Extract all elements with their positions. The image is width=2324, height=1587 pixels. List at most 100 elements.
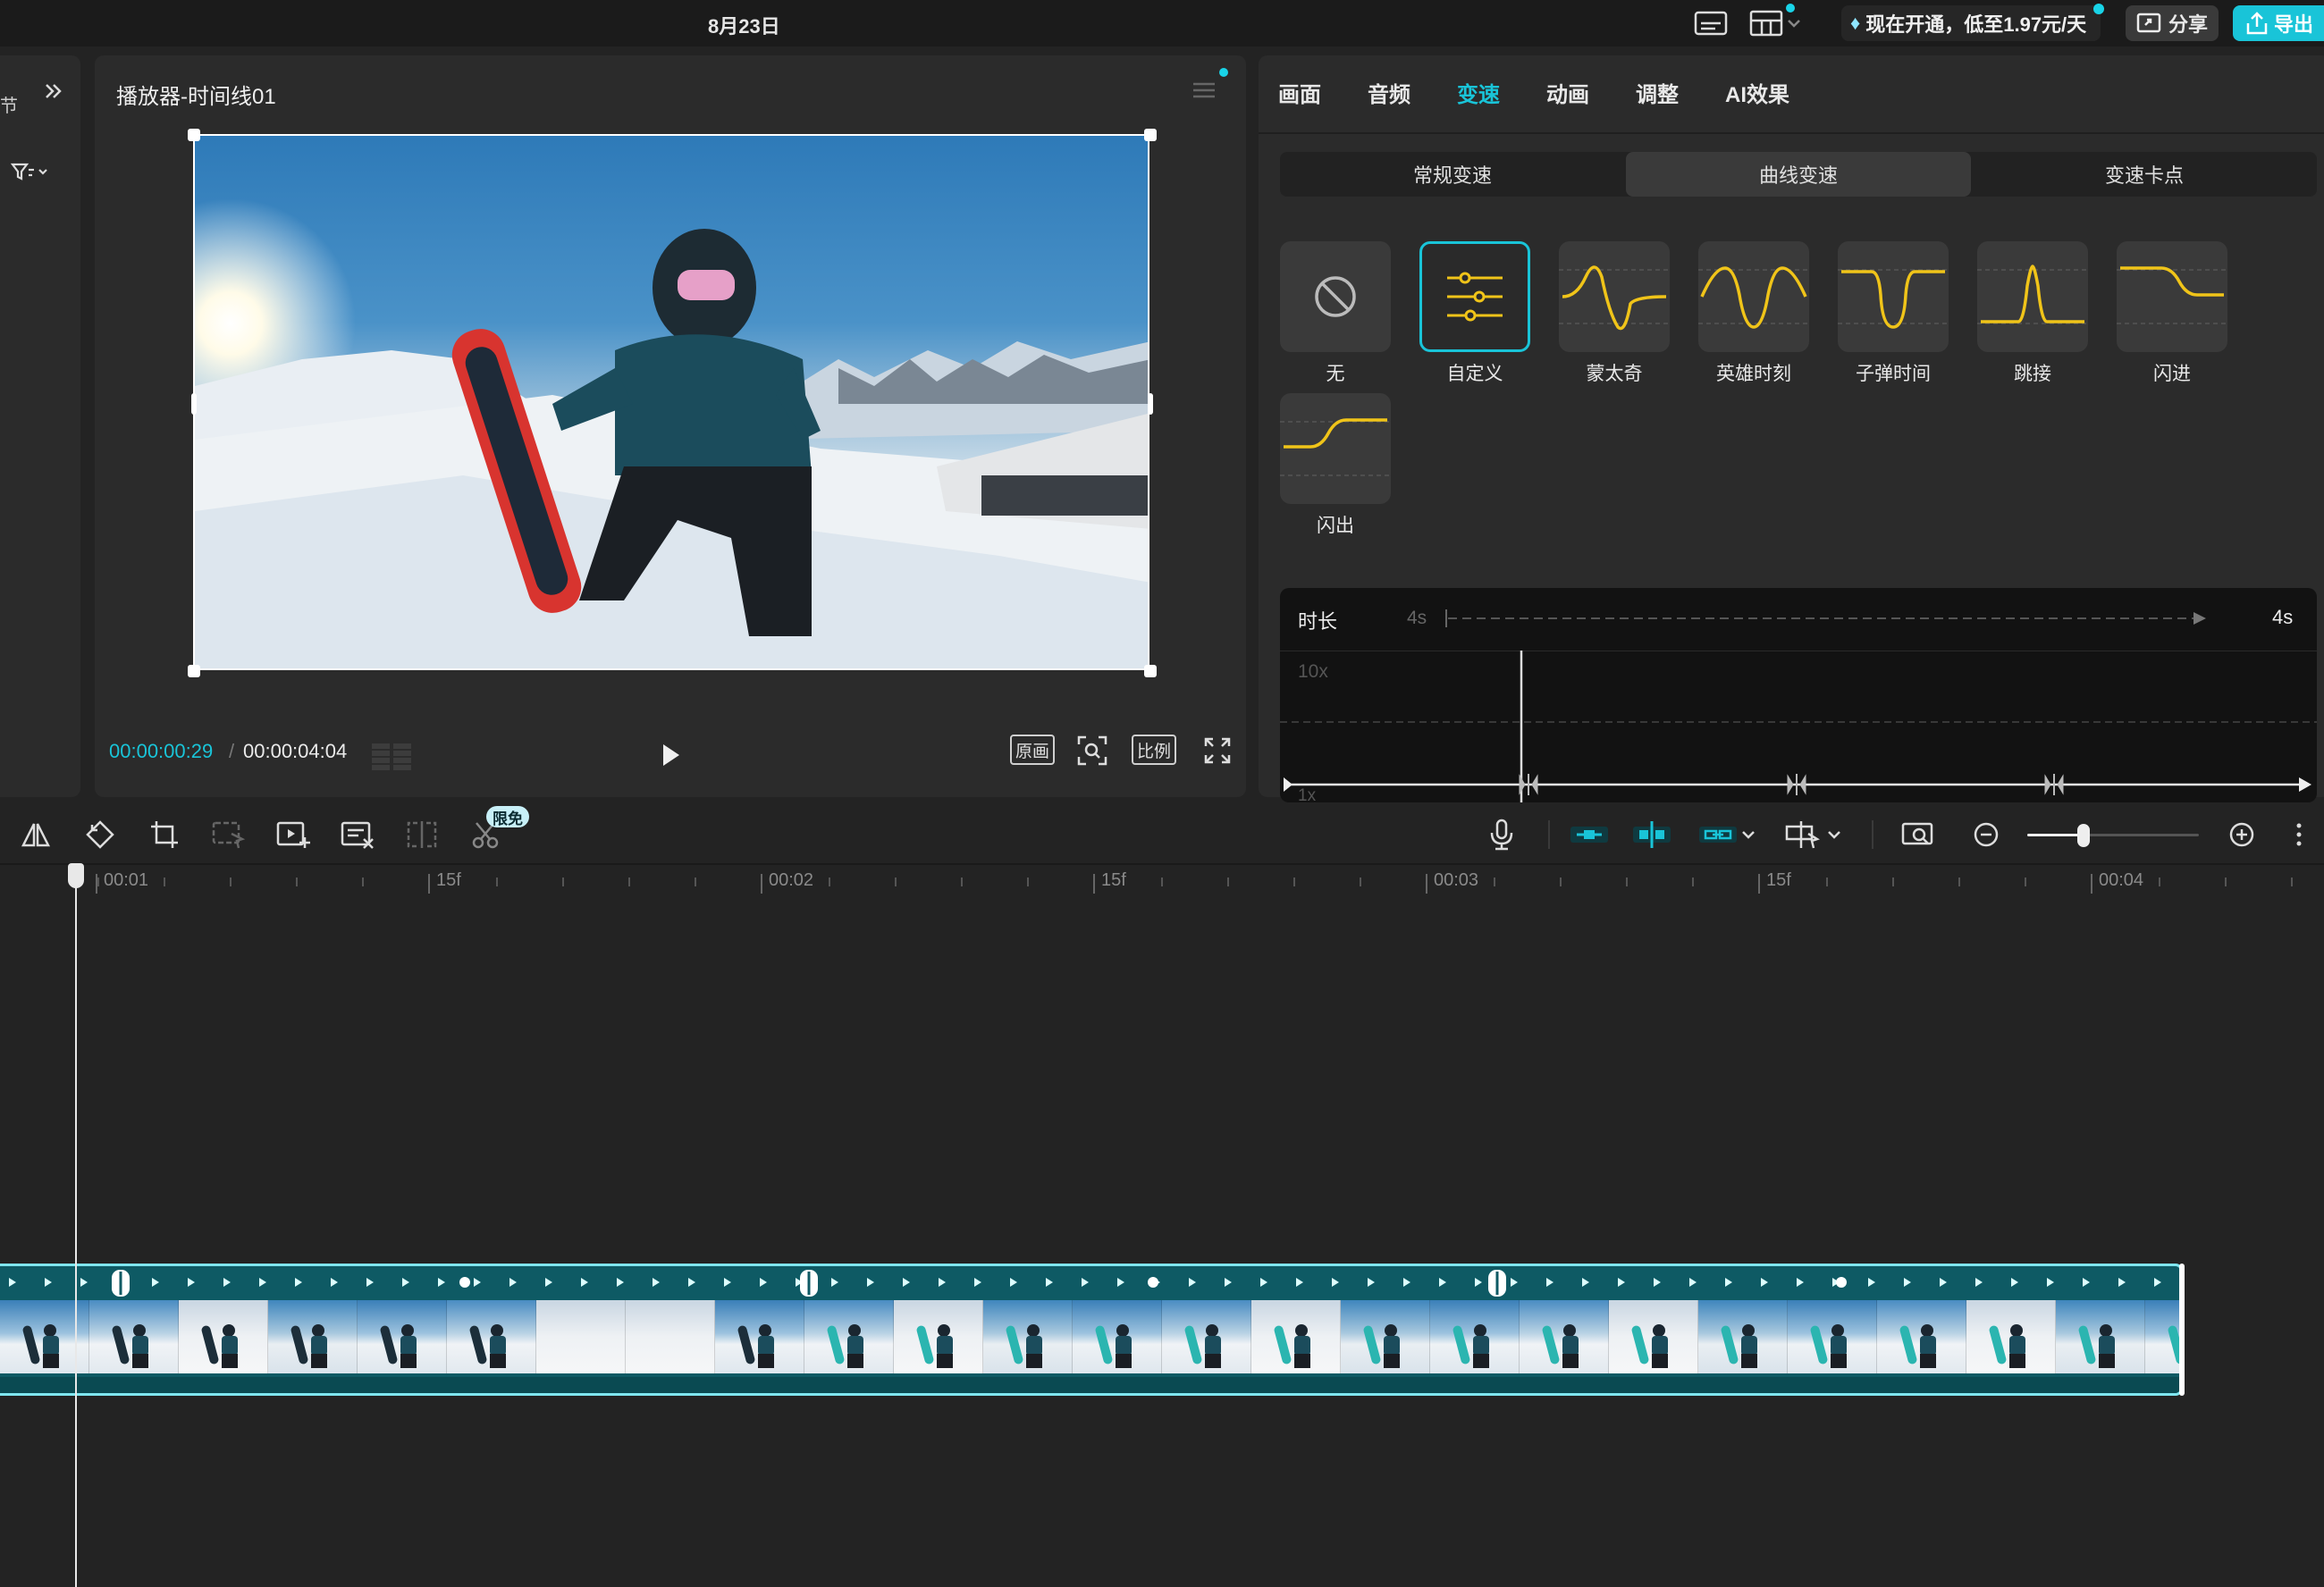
playhead-handle[interactable] (68, 863, 84, 888)
ruler-label: 00:04 (2099, 870, 2144, 890)
ruler-label: 15f (1766, 870, 1791, 890)
preset-flash-in[interactable] (2117, 241, 2227, 352)
video-clip[interactable] (0, 1264, 2183, 1396)
tab-audio[interactable]: 音频 (1368, 77, 1410, 108)
preset-label: 蒙太奇 (1586, 364, 1643, 384)
preset-custom[interactable] (1419, 241, 1530, 352)
clip-frame (1520, 1300, 1609, 1373)
top-bar: 8月23日 ♦ 现在开通，低至1.97元/天 分享 导出 (0, 0, 2324, 46)
original-quality-button[interactable]: 原画 (1010, 735, 1056, 765)
jump-cut-curve-icon (1977, 264, 2088, 324)
share-button[interactable]: 分享 (2126, 5, 2219, 41)
preview-axis-dropdown-icon[interactable] (1823, 817, 1845, 852)
clip-audio-bar (0, 1377, 2180, 1393)
subtab-curve-speed[interactable]: 曲线变速 (1626, 152, 1971, 197)
auto-snap-icon[interactable] (1632, 817, 1671, 852)
linkage-dropdown-icon[interactable] (1738, 817, 1759, 852)
montage-curve-icon (1559, 265, 1670, 331)
preset-label: 闪进 (2153, 364, 2191, 384)
curve-graph[interactable] (1280, 651, 2317, 802)
clip-trim-handle[interactable] (2179, 1264, 2185, 1396)
rotate-icon[interactable] (82, 817, 118, 852)
left-panel-label: 节 (0, 97, 18, 116)
zoom-slider-track[interactable] (2027, 834, 2199, 836)
properties-panel: 画面 音频 变速 动画 调整 AI效果 常规变速 曲线变速 变速卡点 无 自定义… (1259, 55, 2324, 802)
preset-hero-moment[interactable] (1698, 241, 1809, 352)
preset-bullet-time[interactable] (1838, 241, 1949, 352)
expand-panel-icon[interactable] (43, 80, 64, 102)
clip-frame (358, 1300, 447, 1373)
clip-frame (1788, 1300, 1877, 1373)
promo-dot (2093, 4, 2104, 14)
tab-adjust[interactable]: 调整 (1636, 77, 1679, 108)
ruler-label: 15f (1101, 870, 1126, 890)
timeline-ruler[interactable] (0, 865, 2324, 901)
filter-sort-icon[interactable] (11, 161, 50, 182)
freeze-frame-icon[interactable] (275, 817, 311, 852)
preset-label: 自定义 (1446, 364, 1503, 384)
linkage-icon[interactable] (1698, 817, 1738, 852)
ruler-label: 00:01 (104, 870, 149, 890)
zoom-out-icon[interactable] (1968, 817, 2004, 852)
preset-label: 英雄时刻 (1716, 364, 1791, 384)
export-button[interactable]: 导出 (2233, 5, 2324, 41)
speed-curve-editor[interactable]: 时长 4s 4s 10x 1x (1280, 588, 2317, 802)
zoom-slider-fill (2027, 834, 2083, 836)
preview-axis-icon[interactable] (1784, 817, 1823, 852)
clip-frame (626, 1300, 715, 1373)
clip-frame (1251, 1300, 1341, 1373)
zoom-in-icon[interactable] (2224, 817, 2260, 852)
tab-ai-effects[interactable]: AI效果 (1725, 77, 1789, 108)
video-preview[interactable] (193, 134, 1149, 670)
subtitle-icon[interactable] (1691, 7, 1730, 39)
mirror-icon[interactable] (18, 817, 54, 852)
preset-none[interactable] (1280, 241, 1391, 352)
timeline-track-area[interactable] (0, 901, 2324, 1587)
duration-label: 时长 (1298, 610, 1338, 633)
clip-frame (1609, 1300, 1698, 1373)
subtab-speed-beat[interactable]: 变速卡点 (1972, 152, 2317, 197)
preset-montage[interactable] (1559, 241, 1670, 352)
share-icon (2136, 12, 2163, 35)
crop-handle[interactable] (1144, 665, 1157, 677)
tab-animation[interactable]: 动画 (1546, 77, 1589, 108)
layout-icon[interactable] (1748, 7, 1802, 39)
crop-handle[interactable] (188, 129, 200, 141)
subtab-normal-speed[interactable]: 常规变速 (1280, 152, 1625, 197)
tab-divider (1259, 132, 2324, 134)
auto-caption-icon[interactable] (340, 817, 375, 852)
current-time: 00:00:00:29 (109, 740, 214, 762)
aspect-ratio-button[interactable]: 比例 (1132, 735, 1177, 765)
crop-icon[interactable] (147, 817, 182, 852)
play-icon[interactable] (658, 742, 683, 768)
vip-promo-button[interactable]: ♦ 现在开通，低至1.97元/天 (1841, 5, 2101, 41)
crop-handle[interactable] (1148, 393, 1153, 415)
timeline-zoom-fit-icon[interactable] (1900, 817, 1936, 852)
clip-frame (268, 1300, 358, 1373)
flash-in-curve-icon (2117, 266, 2227, 324)
bullet-time-curve-icon (1838, 269, 1949, 329)
crop-handle[interactable] (191, 393, 197, 415)
main-track-magnet-icon[interactable] (1570, 817, 1609, 852)
tab-speed[interactable]: 变速 (1457, 77, 1500, 108)
zoom-slider-thumb[interactable] (2077, 824, 2090, 847)
player-menu-icon[interactable] (1191, 79, 1217, 102)
notification-dot (1786, 4, 1795, 13)
clip-frame (447, 1300, 536, 1373)
fullscreen-icon[interactable] (1203, 736, 1232, 765)
crop-handle[interactable] (188, 665, 200, 677)
crop-handle[interactable] (1144, 129, 1157, 141)
tab-picture[interactable]: 画面 (1278, 77, 1321, 108)
preset-flash-out[interactable] (1280, 393, 1391, 504)
clip-frame (1966, 1300, 2056, 1373)
date-label: 8月23日 (708, 15, 780, 38)
preset-jump-cut[interactable] (1977, 241, 2088, 352)
smart-crop-icon (211, 817, 247, 852)
playhead[interactable] (75, 867, 77, 1587)
microphone-icon[interactable] (1484, 817, 1520, 852)
clip-frame (804, 1300, 894, 1373)
zoom-fit-icon[interactable] (1076, 735, 1108, 767)
player-panel: 播放器-时间线01 00:00:00:29 / 00:00:04:04 原画 比… (95, 55, 1246, 797)
speed-subtabs: 常规变速 曲线变速 变速卡点 (1280, 152, 2317, 197)
more-options-icon[interactable] (2288, 817, 2310, 852)
